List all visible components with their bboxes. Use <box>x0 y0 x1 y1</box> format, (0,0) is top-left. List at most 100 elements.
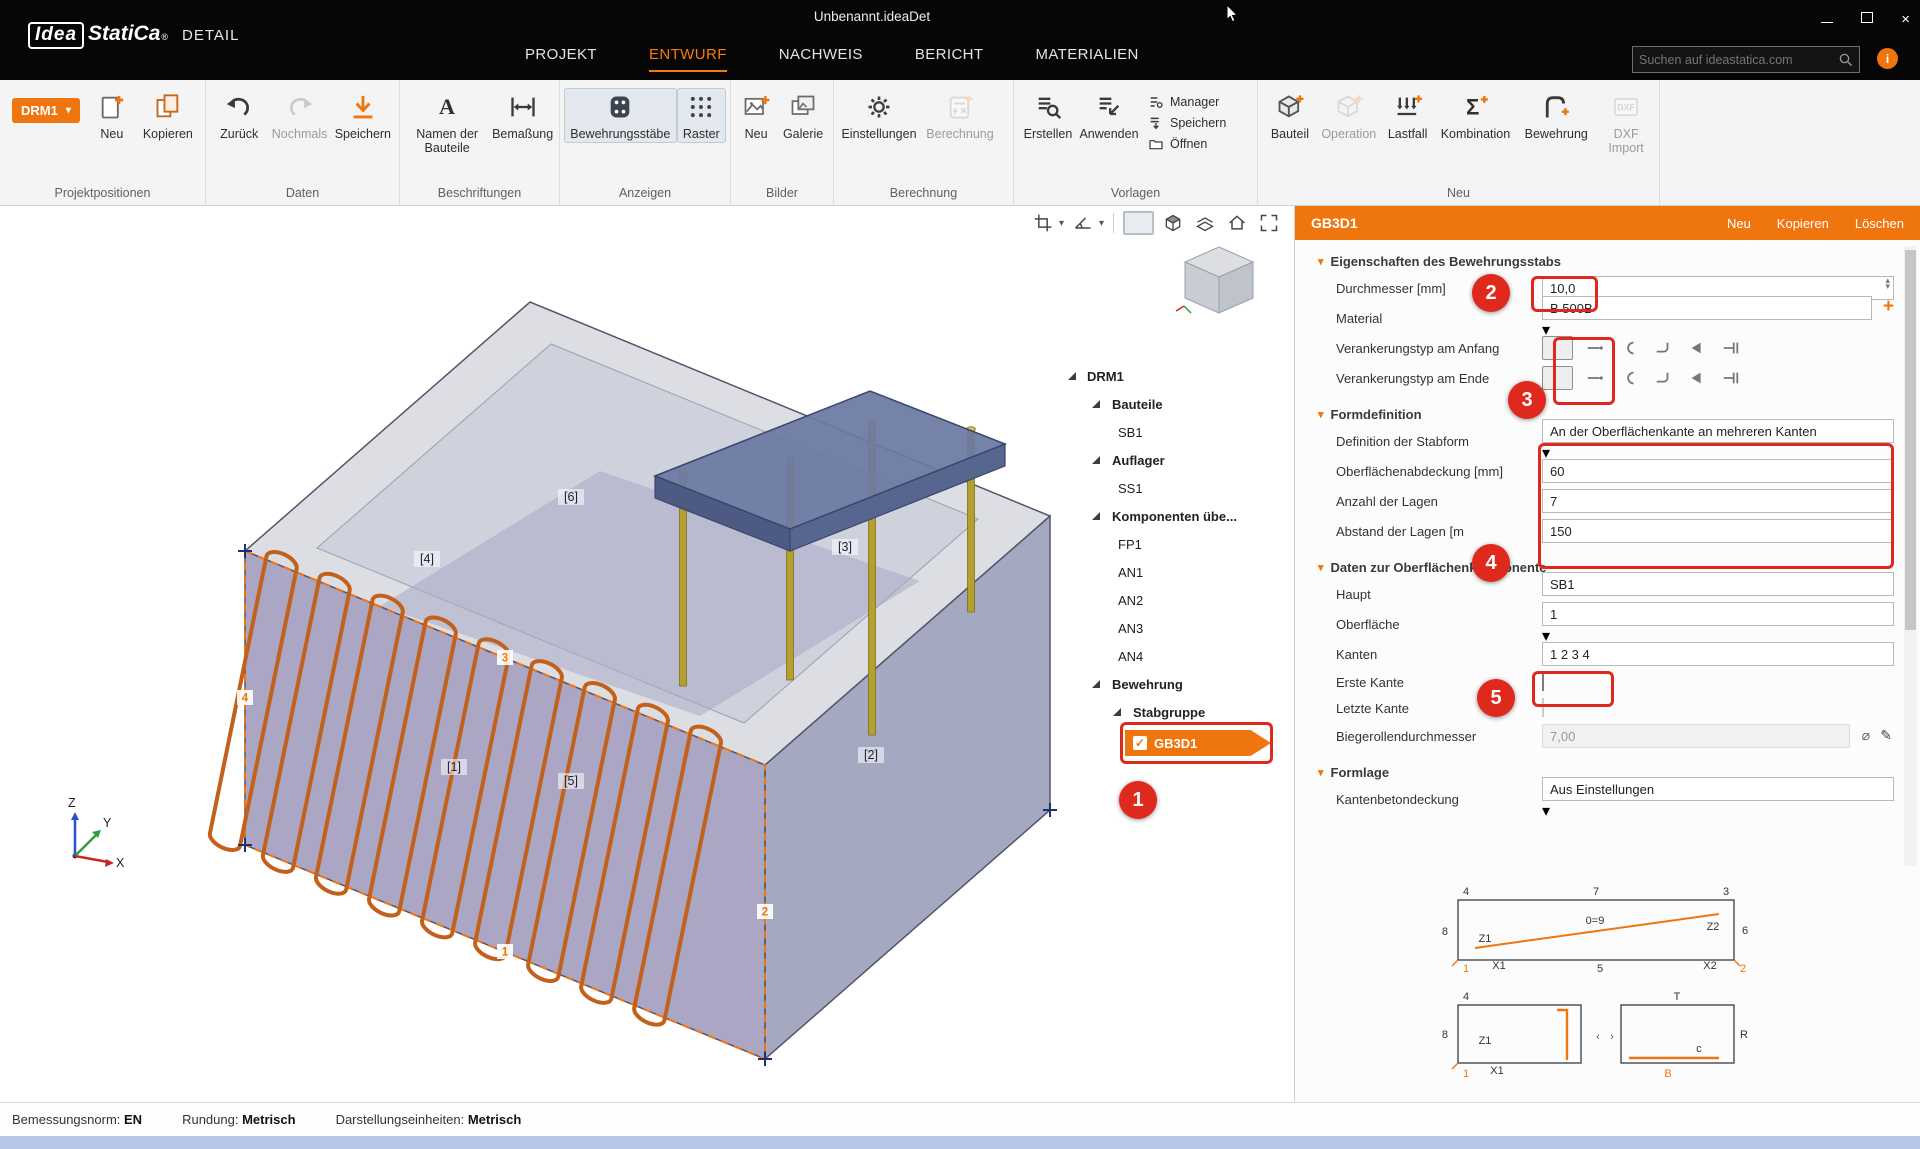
properties-scrollbar[interactable] <box>1904 246 1917 866</box>
anchor-loop-icon[interactable] <box>1616 336 1641 360</box>
tab-materialien[interactable]: MATERIALIEN <box>1035 46 1138 72</box>
raster-toggle[interactable]: Raster <box>677 88 726 143</box>
expand-triangle-icon[interactable] <box>1092 456 1100 464</box>
biege-input[interactable]: 7,00 <box>1542 724 1850 748</box>
view-3d-solid-icon[interactable] <box>1160 210 1186 236</box>
kantenbeton-select[interactable]: Aus Einstellungen <box>1542 777 1894 801</box>
anchor-head-icon[interactable] <box>1684 366 1709 390</box>
checked-checkbox-icon[interactable]: ✓ <box>1133 736 1147 750</box>
tree-item-komponenten[interactable]: Komponenten übe... <box>1059 502 1291 530</box>
new-operation-button[interactable]: Operation <box>1318 88 1380 143</box>
undo-button[interactable]: Zurück <box>210 88 268 143</box>
tree-item-bauteile[interactable]: Bauteile <box>1059 390 1291 418</box>
tree-item-bewehrung[interactable]: Bewehrung <box>1059 670 1291 698</box>
tree-item-sb1[interactable]: SB1 <box>1059 418 1291 446</box>
haupt-select[interactable]: SB1 <box>1542 572 1894 596</box>
template-save-item[interactable]: Speichern <box>1148 115 1226 131</box>
search-input[interactable] <box>1633 53 1837 67</box>
dimension-style-icon[interactable] <box>1070 210 1096 236</box>
properties-delete-button[interactable]: Löschen <box>1855 216 1904 231</box>
member-names-button[interactable]: A Namen der Bauteile <box>404 88 490 158</box>
template-create-button[interactable]: Erstellen <box>1018 88 1078 143</box>
expand-triangle-icon[interactable] <box>1092 400 1100 408</box>
new-loadcase-button[interactable]: Lastfall <box>1380 88 1436 143</box>
anchor-straight-icon[interactable] <box>1582 366 1607 390</box>
dimension-button[interactable]: Bemaßung <box>490 88 555 143</box>
settings-button[interactable]: Einstellungen <box>838 88 920 143</box>
home-view-icon[interactable] <box>1224 210 1250 236</box>
kanten-input[interactable]: 1 2 3 4 <box>1542 642 1894 666</box>
template-open-item[interactable]: Öffnen <box>1148 136 1226 152</box>
save-button[interactable]: Speichern <box>331 88 395 143</box>
template-apply-button[interactable]: Anwenden <box>1078 88 1140 143</box>
new-position-button[interactable]: Neu <box>88 88 136 143</box>
tab-bericht[interactable]: BERICHT <box>915 46 984 72</box>
row-biegerollendurchmesser: Biegerollendurchmesser 7,00 ⌀ ✎ <box>1295 721 1920 751</box>
navigation-cube[interactable] <box>1176 247 1253 313</box>
tree-item-an1[interactable]: AN1 <box>1059 558 1291 586</box>
new-combination-button[interactable]: Σ Kombination <box>1436 88 1516 143</box>
oberflaeche-select[interactable]: 1 <box>1542 602 1894 626</box>
crop-icon[interactable] <box>1030 210 1056 236</box>
view-3d-wire-icon[interactable] <box>1123 211 1154 235</box>
project-item-dropdown[interactable]: DRM1 ▾ <box>12 98 80 123</box>
dxf-import-button[interactable]: DXF DXF Import <box>1597 88 1655 158</box>
template-manager-item[interactable]: Manager <box>1148 94 1226 110</box>
rebar-display-toggle[interactable]: Bewehrungsstäbe <box>564 88 677 143</box>
copy-position-button[interactable]: Kopieren <box>136 88 200 143</box>
material-select[interactable]: B 500B <box>1542 296 1872 320</box>
anchor-plate-icon[interactable] <box>1718 336 1743 360</box>
section-eigenschaften[interactable]: ▾ Eigenschaften des Bewehrungsstabs <box>1295 249 1920 273</box>
lagen-input[interactable]: 7 <box>1542 489 1894 513</box>
tab-projekt[interactable]: PROJEKT <box>525 46 597 72</box>
gallery-button[interactable]: Galerie <box>777 88 829 143</box>
tree-item-ss1[interactable]: SS1 <box>1059 474 1291 502</box>
chevron-down-icon[interactable]: ▾ <box>1099 218 1104 229</box>
view-plane-icon[interactable] <box>1192 210 1218 236</box>
add-material-button[interactable]: + <box>1883 297 1894 316</box>
expand-triangle-icon[interactable] <box>1068 372 1076 380</box>
anchor-bend-icon[interactable] <box>1650 336 1675 360</box>
tree-item-drm1[interactable]: DRM1 <box>1059 362 1291 390</box>
anchor-head-icon[interactable] <box>1684 336 1709 360</box>
spinner-arrows[interactable]: ▴▾ <box>1885 278 1890 289</box>
new-reinforcement-button[interactable]: Bewehrung <box>1515 88 1597 143</box>
maximize-button[interactable] <box>1861 10 1873 28</box>
anchor-hook-icon[interactable] <box>1542 366 1573 390</box>
stabform-select[interactable]: An der Oberflächenkante an mehreren Kant… <box>1542 419 1894 443</box>
anchor-bend-icon[interactable] <box>1650 366 1675 390</box>
new-member-button[interactable]: Bauteil <box>1262 88 1318 143</box>
abdeckung-input[interactable]: 60 <box>1542 459 1894 483</box>
tree-item-stabgruppe[interactable]: Stabgruppe <box>1059 698 1291 726</box>
new-image-button[interactable]: Neu <box>735 88 777 143</box>
erste-kante-checkbox[interactable] <box>1542 672 1544 691</box>
properties-copy-button[interactable]: Kopieren <box>1777 216 1829 231</box>
expand-triangle-icon[interactable] <box>1092 512 1100 520</box>
tree-item-an4[interactable]: AN4 <box>1059 642 1291 670</box>
tree-item-fp1[interactable]: FP1 <box>1059 530 1291 558</box>
pencil-icon[interactable]: ✎ <box>1880 727 1892 744</box>
tree-item-an2[interactable]: AN2 <box>1059 586 1291 614</box>
anchor-hook-icon[interactable] <box>1542 336 1573 360</box>
anchor-plate-icon[interactable] <box>1718 366 1743 390</box>
chevron-down-icon[interactable]: ▾ <box>1059 218 1064 229</box>
fit-view-icon[interactable] <box>1256 210 1282 236</box>
tab-nachweis[interactable]: NACHWEIS <box>779 46 863 72</box>
expand-triangle-icon[interactable] <box>1113 708 1121 716</box>
tree-item-gb3d1[interactable]: ✓ GB3D1 <box>1125 730 1271 756</box>
properties-new-button[interactable]: Neu <box>1727 216 1751 231</box>
letzte-kante-checkbox[interactable] <box>1542 698 1544 717</box>
scrollbar-thumb[interactable] <box>1905 250 1916 630</box>
minimize-button[interactable] <box>1821 10 1833 28</box>
anchor-straight-icon[interactable] <box>1582 336 1607 360</box>
tree-item-auflager[interactable]: Auflager <box>1059 446 1291 474</box>
tree-item-an3[interactable]: AN3 <box>1059 614 1291 642</box>
anchor-loop-icon[interactable] <box>1616 366 1641 390</box>
redo-button[interactable]: Nochmals <box>268 88 330 143</box>
tab-entwurf[interactable]: ENTWURF <box>649 46 727 72</box>
abstand-input[interactable]: 150 <box>1542 519 1894 543</box>
calculation-button[interactable]: Berechnung <box>920 88 1000 143</box>
close-button[interactable]: × <box>1901 12 1910 27</box>
expand-triangle-icon[interactable] <box>1092 680 1100 688</box>
info-icon[interactable]: i <box>1877 48 1898 69</box>
